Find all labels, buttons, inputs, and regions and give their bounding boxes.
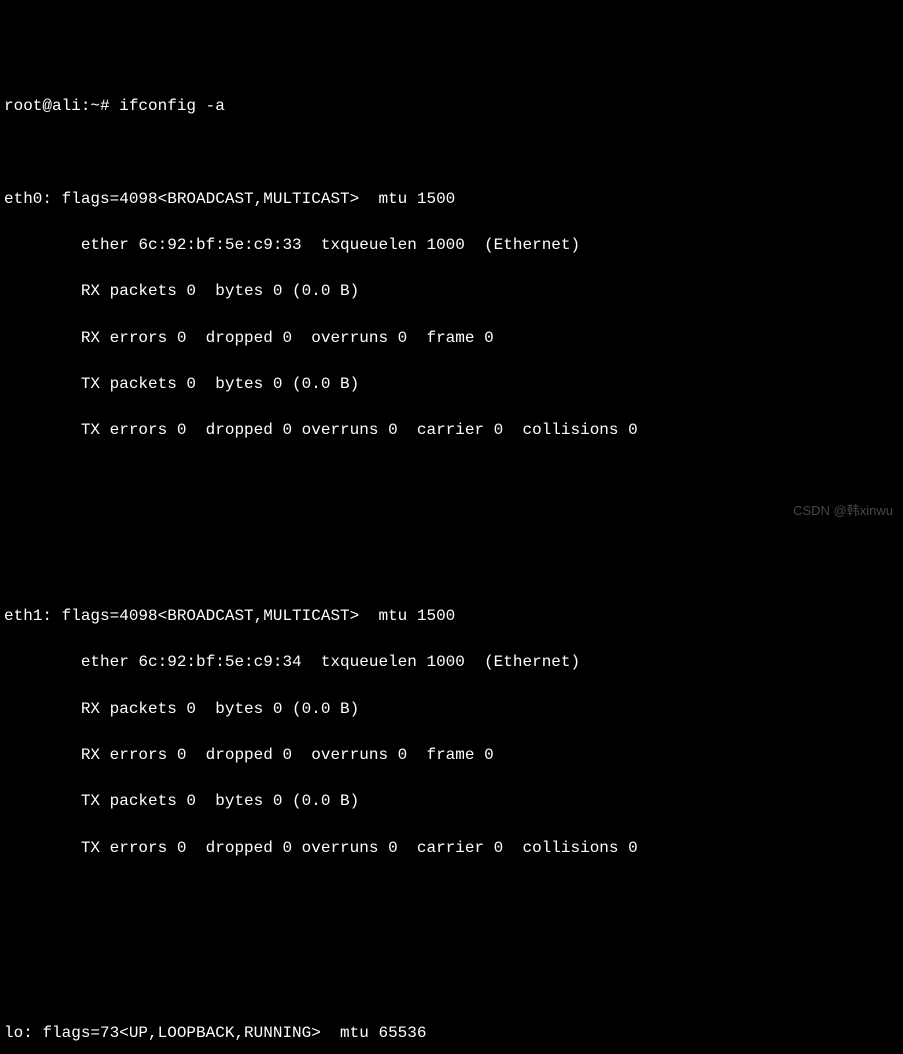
shell-prompt-line: root@ali:~# ifconfig -a [4, 95, 899, 118]
interface-line: RX errors 0 dropped 0 overruns 0 frame 0 [4, 327, 899, 350]
interface-header: eth0: flags=4098<BROADCAST,MULTICAST> mt… [4, 188, 899, 211]
blank-line [4, 512, 899, 535]
watermark-text: CSDN @韩xinwu [793, 502, 893, 521]
interface-header: eth1: flags=4098<BROADCAST,MULTICAST> mt… [4, 605, 899, 628]
interface-line: TX errors 0 dropped 0 overruns 0 carrier… [4, 837, 899, 860]
interface-eth1: eth1: flags=4098<BROADCAST,MULTICAST> mt… [4, 582, 899, 883]
interface-line: ether 6c:92:bf:5e:c9:34 txqueuelen 1000 … [4, 651, 899, 674]
interface-line: RX errors 0 dropped 0 overruns 0 frame 0 [4, 744, 899, 767]
interface-line: TX packets 0 bytes 0 (0.0 B) [4, 790, 899, 813]
interface-lo: lo: flags=73<UP,LOOPBACK,RUNNING> mtu 65… [4, 999, 899, 1054]
interface-eth0: eth0: flags=4098<BROADCAST,MULTICAST> mt… [4, 164, 899, 465]
interface-line: TX errors 0 dropped 0 overruns 0 carrier… [4, 419, 899, 442]
interface-line: TX packets 0 bytes 0 (0.0 B) [4, 373, 899, 396]
interface-line: RX packets 0 bytes 0 (0.0 B) [4, 280, 899, 303]
interface-line: ether 6c:92:bf:5e:c9:33 txqueuelen 1000 … [4, 234, 899, 257]
blank-line [4, 930, 899, 953]
interface-line: RX packets 0 bytes 0 (0.0 B) [4, 698, 899, 721]
interface-header: lo: flags=73<UP,LOOPBACK,RUNNING> mtu 65… [4, 1022, 899, 1045]
